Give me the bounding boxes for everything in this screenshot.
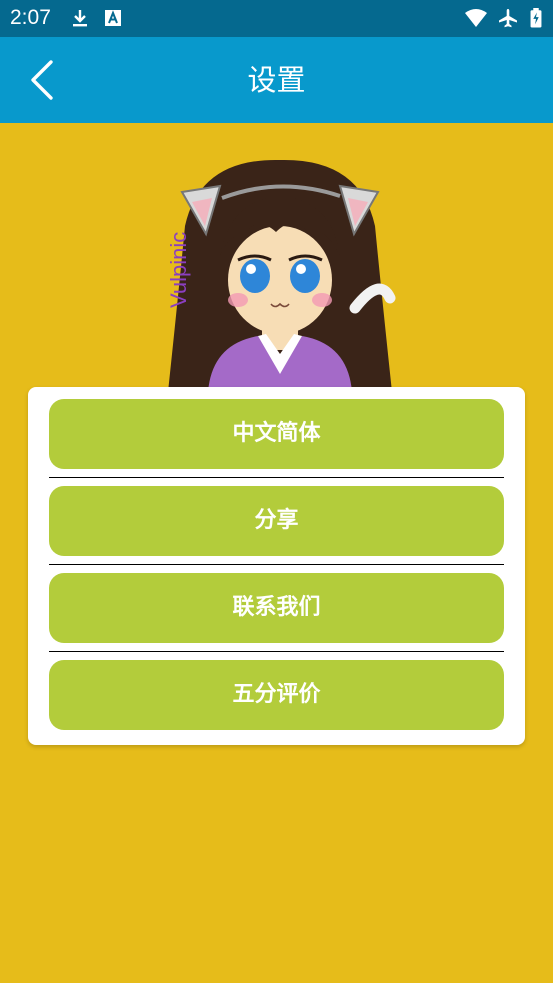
language-button[interactable]: 中文简体 bbox=[49, 399, 504, 469]
status-time: 2:07 bbox=[10, 6, 51, 29]
share-button[interactable]: 分享 bbox=[49, 486, 504, 556]
divider bbox=[49, 651, 504, 652]
status-bar: 2:07 bbox=[0, 0, 553, 37]
signature-text: Vulpinic bbox=[166, 232, 191, 308]
app-bar: 设置 bbox=[0, 37, 553, 123]
wifi-icon bbox=[465, 9, 487, 27]
airplane-icon bbox=[499, 9, 517, 28]
download-icon bbox=[73, 10, 87, 27]
divider bbox=[49, 564, 504, 565]
text-format-icon bbox=[105, 10, 121, 26]
divider bbox=[49, 477, 504, 478]
battery-icon bbox=[530, 8, 542, 28]
mascot-illustration: Vulpinic bbox=[150, 148, 410, 392]
page-title: 设置 bbox=[247, 63, 306, 97]
contact-us-button[interactable]: 联系我们 bbox=[49, 573, 504, 643]
settings-card: 中文简体 分享 联系我们 五分评价 bbox=[28, 387, 525, 745]
rate-five-stars-button[interactable]: 五分评价 bbox=[49, 660, 504, 730]
